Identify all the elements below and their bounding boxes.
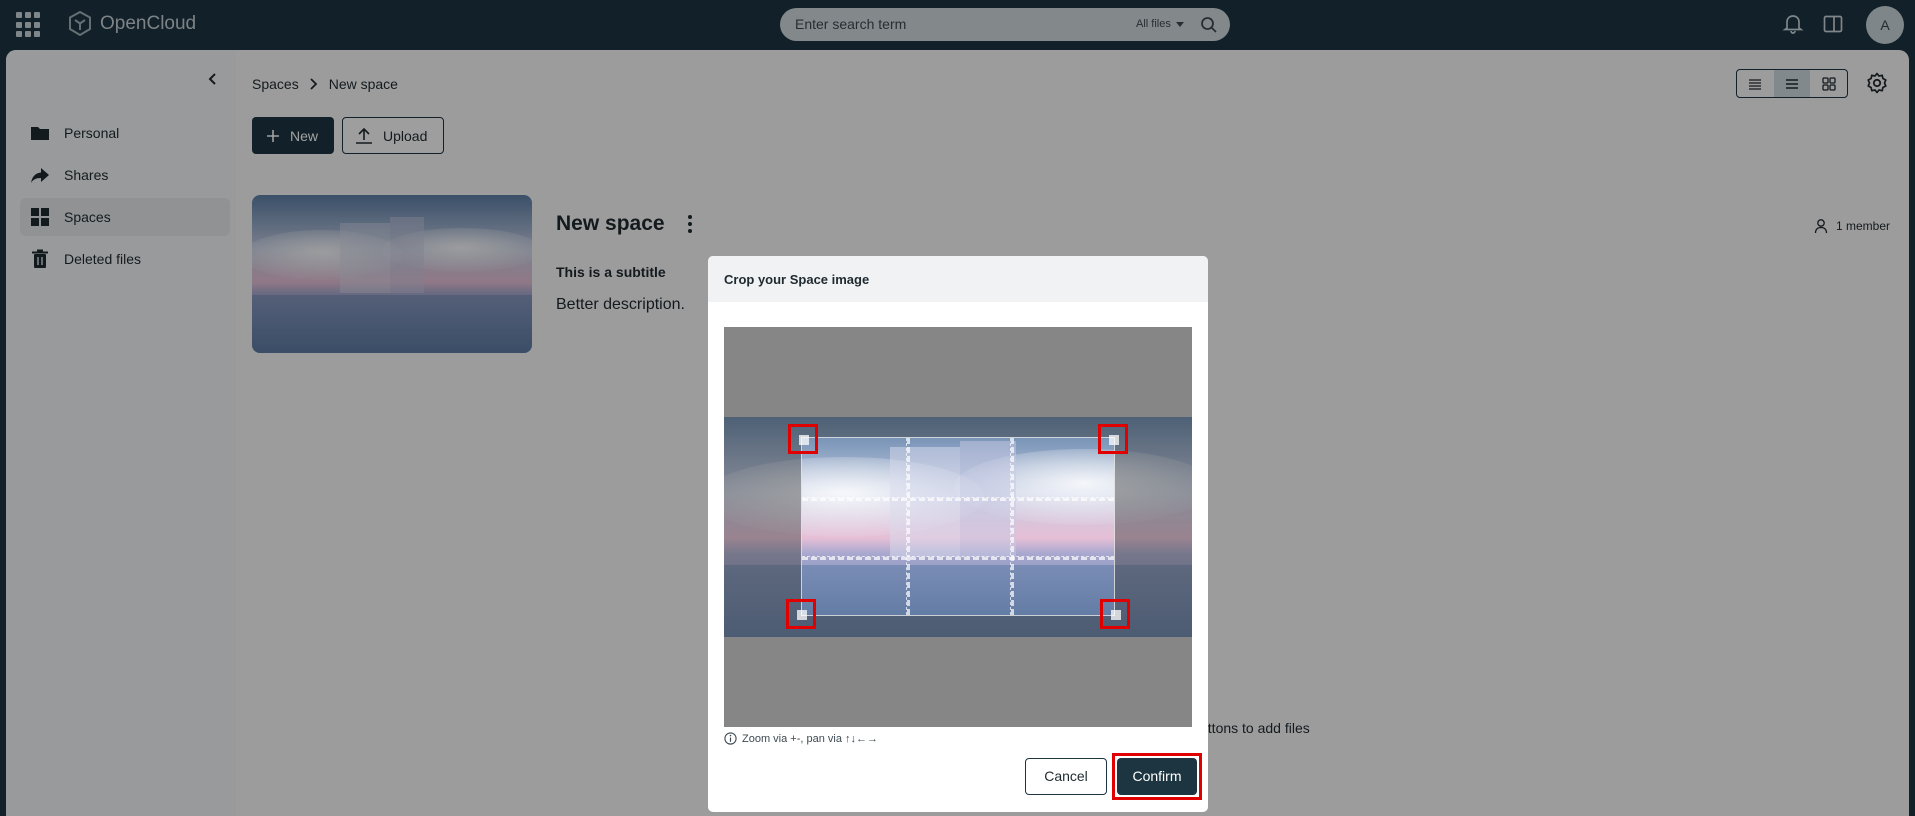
crop-preview-image [802, 438, 1114, 615]
crop-handle-dot [1111, 610, 1121, 620]
crop-guide-line [802, 497, 1114, 501]
crop-handle-dot [799, 435, 809, 445]
confirm-button[interactable]: Confirm [1117, 758, 1197, 795]
confirm-button-highlight: Confirm [1112, 753, 1202, 800]
crop-handle-top-left[interactable] [788, 424, 818, 454]
crop-hint: Zoom via +-, pan via ↑↓←→ [724, 732, 878, 745]
crop-image-modal: Crop your Space image Zoom via +-, pan v… [708, 256, 1208, 812]
image-cropper[interactable] [724, 327, 1192, 727]
cancel-button[interactable]: Cancel [1025, 758, 1107, 795]
crop-handle-dot [1109, 435, 1119, 445]
crop-guide-line [1010, 438, 1014, 615]
crop-hint-text: Zoom via +-, pan via ↑↓←→ [742, 732, 879, 745]
info-icon [724, 732, 737, 745]
crop-handle-dot [797, 610, 807, 620]
modal-title: Crop your Space image [708, 256, 1208, 302]
crop-handle-bottom-left[interactable] [786, 599, 816, 629]
crop-handle-top-right[interactable] [1098, 424, 1128, 454]
crop-selection[interactable] [801, 437, 1115, 616]
crop-guide-line [802, 556, 1114, 560]
crop-guide-line [906, 438, 910, 615]
crop-handle-bottom-right[interactable] [1100, 599, 1130, 629]
